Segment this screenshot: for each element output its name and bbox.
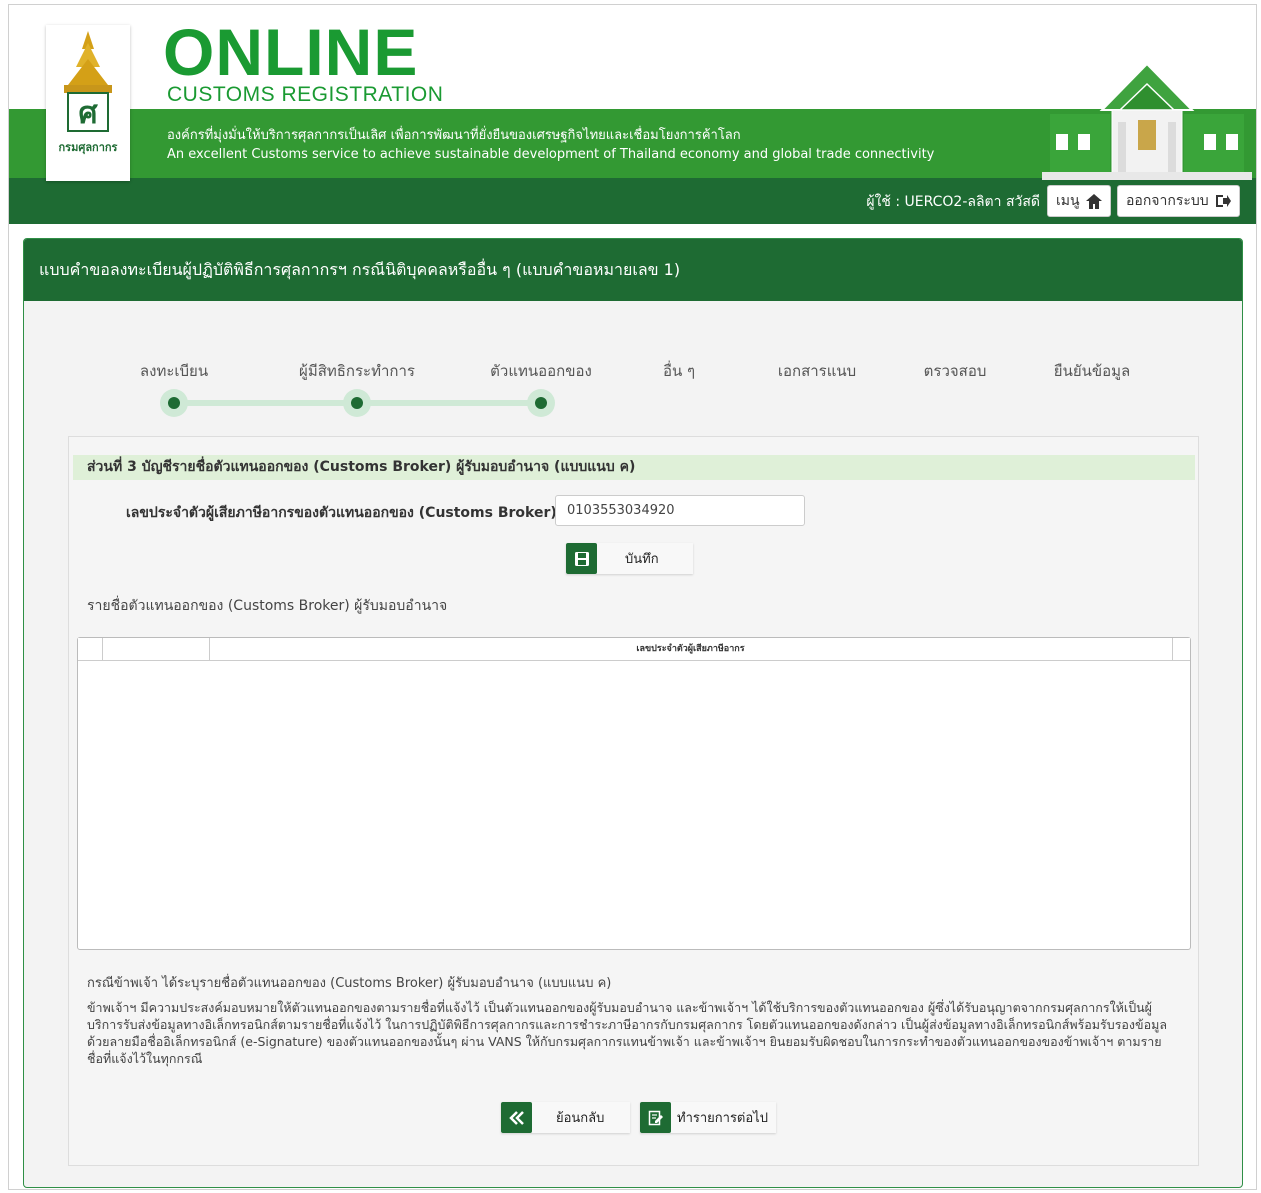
site-header: ศ กรมศุลกากร ONLINE CUSTOMS REGISTRATION… — [9, 5, 1256, 224]
edit-document-icon — [640, 1102, 671, 1133]
customs-building-icon — [1042, 62, 1252, 180]
logo-text: กรมศุลกากร — [58, 141, 118, 154]
step-dot-register — [160, 389, 188, 417]
double-chevron-left-icon — [501, 1102, 532, 1133]
step-dot-authorized — [343, 389, 371, 417]
slogan-english: An excellent Customs service to achieve … — [167, 147, 935, 162]
step-label-authorized[interactable]: ผู้มีสิทธิกระทำการ — [299, 359, 415, 383]
logout-button[interactable]: ออกจากระบบ — [1117, 185, 1240, 217]
customs-logo: ศ กรมศุลกากร — [46, 25, 130, 181]
grid-header: เลขประจำตัวผู้เสียภาษีอากร — [78, 638, 1190, 661]
tax-id-label: เลขประจำตัวผู้เสียภาษีอากรของตัวแทนออกขอ… — [126, 505, 568, 521]
step-label-broker[interactable]: ตัวแทนออกของ — [490, 359, 592, 383]
grid-header-actions — [102, 638, 210, 660]
grid-header-select[interactable] — [78, 638, 103, 660]
declaration-text: ข้าพเจ้าฯ มีความประสงค์มอบหมายให้ตัวแทนอ… — [87, 1000, 1167, 1066]
site-title: ONLINE — [163, 15, 419, 89]
grid-header-taxid[interactable]: เลขประจำตัวผู้เสียภาษีอากร — [209, 638, 1173, 660]
next-button[interactable]: ทำรายการต่อไป — [640, 1102, 776, 1133]
step-label-other: อื่น ๆ — [662, 362, 696, 380]
broker-list-title: รายชื่อตัวแทนออกของ (Customs Broker) ผู้… — [87, 598, 448, 614]
back-button[interactable]: ย้อนกลับ — [501, 1102, 631, 1133]
save-button-label: บันทึก — [625, 552, 659, 567]
back-button-label: ย้อนกลับ — [556, 1111, 605, 1126]
step-dot-broker — [527, 389, 555, 417]
broker-tax-id-input[interactable]: 0103553034920 — [555, 495, 805, 526]
step-label-attachments: เอกสารแนบ — [777, 362, 857, 380]
home-icon — [1085, 193, 1102, 209]
customs-crest-icon: ศ — [64, 31, 112, 132]
save-button[interactable]: บันทึก — [566, 543, 693, 574]
svg-text:ศ: ศ — [78, 96, 98, 131]
logout-button-label: ออกจากระบบ — [1126, 193, 1209, 209]
step-label-confirm: ยืนยันข้อมูล — [1053, 362, 1131, 380]
section-title: ส่วนที่ 3 บัญชีรายชื่อตัวแทนออกของ (Cust… — [73, 455, 1195, 480]
declaration-title: กรณีข้าพเจ้า ได้ระบุรายชื่อตัวแทนออกของ … — [87, 976, 612, 991]
floppy-disk-icon — [566, 543, 597, 574]
site-subtitle: CUSTOMS REGISTRATION — [167, 83, 444, 106]
menu-button-label: เมนู — [1056, 193, 1080, 209]
panel-title: แบบคำขอลงทะเบียนผู้ปฏิบัติพิธีการศุลกากร… — [24, 239, 1242, 301]
broker-grid[interactable]: เลขประจำตัวผู้เสียภาษีอากร — [77, 637, 1191, 950]
menu-button[interactable]: เมนู — [1047, 185, 1111, 217]
current-user-label: ผู้ใช้ : UERCO2-ลลิตา สวัสดี — [866, 194, 1040, 210]
step-label-review: ตรวจสอบ — [923, 362, 987, 380]
next-button-label: ทำรายการต่อไป — [677, 1111, 768, 1126]
logout-icon — [1215, 195, 1231, 207]
step-label-register[interactable]: ลงทะเบียน — [140, 359, 208, 383]
slogan-thai: องค์กรที่มุ่งมั่นให้บริการศุลกากรเป็นเลิ… — [167, 128, 741, 143]
